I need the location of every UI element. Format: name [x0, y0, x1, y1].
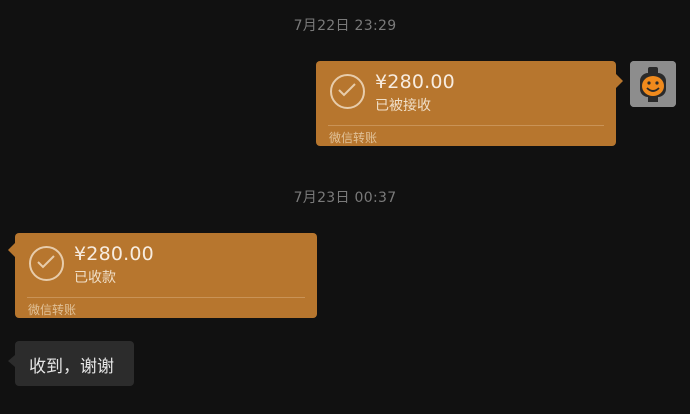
pumpkin-avatar-icon [630, 61, 676, 107]
divider [328, 125, 604, 126]
text-message-bubble[interactable]: 收到，谢谢 [8, 341, 134, 386]
transfer-status: 已收款 [74, 270, 116, 286]
transfer-footer: 微信转账 [28, 303, 77, 317]
check-circle-icon [29, 246, 64, 281]
transfer-amount: ¥280.00 [375, 71, 455, 93]
transfer-amount: ¥280.00 [74, 243, 154, 265]
check-circle-icon [330, 74, 365, 109]
sent-transfer-card[interactable]: ¥280.00 已被接收 微信转账 [316, 61, 623, 146]
avatar[interactable] [630, 61, 676, 107]
bubble-tail [8, 355, 15, 367]
message-text: 收到，谢谢 [29, 357, 114, 377]
transfer-status: 已被接收 [375, 98, 431, 114]
divider [27, 297, 305, 298]
transfer-footer: 微信转账 [329, 131, 378, 145]
received-transfer-card[interactable]: ¥280.00 已收款 微信转账 [8, 233, 317, 318]
timestamp: 7月23日 00:37 [293, 190, 397, 206]
chat-screen: 7月22日 23:29 ¥280.00 已被接收 微信转账 7月23日 00:3… [0, 0, 690, 414]
bubble-tail [616, 74, 623, 88]
timestamp: 7月22日 23:29 [293, 18, 397, 34]
bubble-tail [8, 243, 15, 257]
